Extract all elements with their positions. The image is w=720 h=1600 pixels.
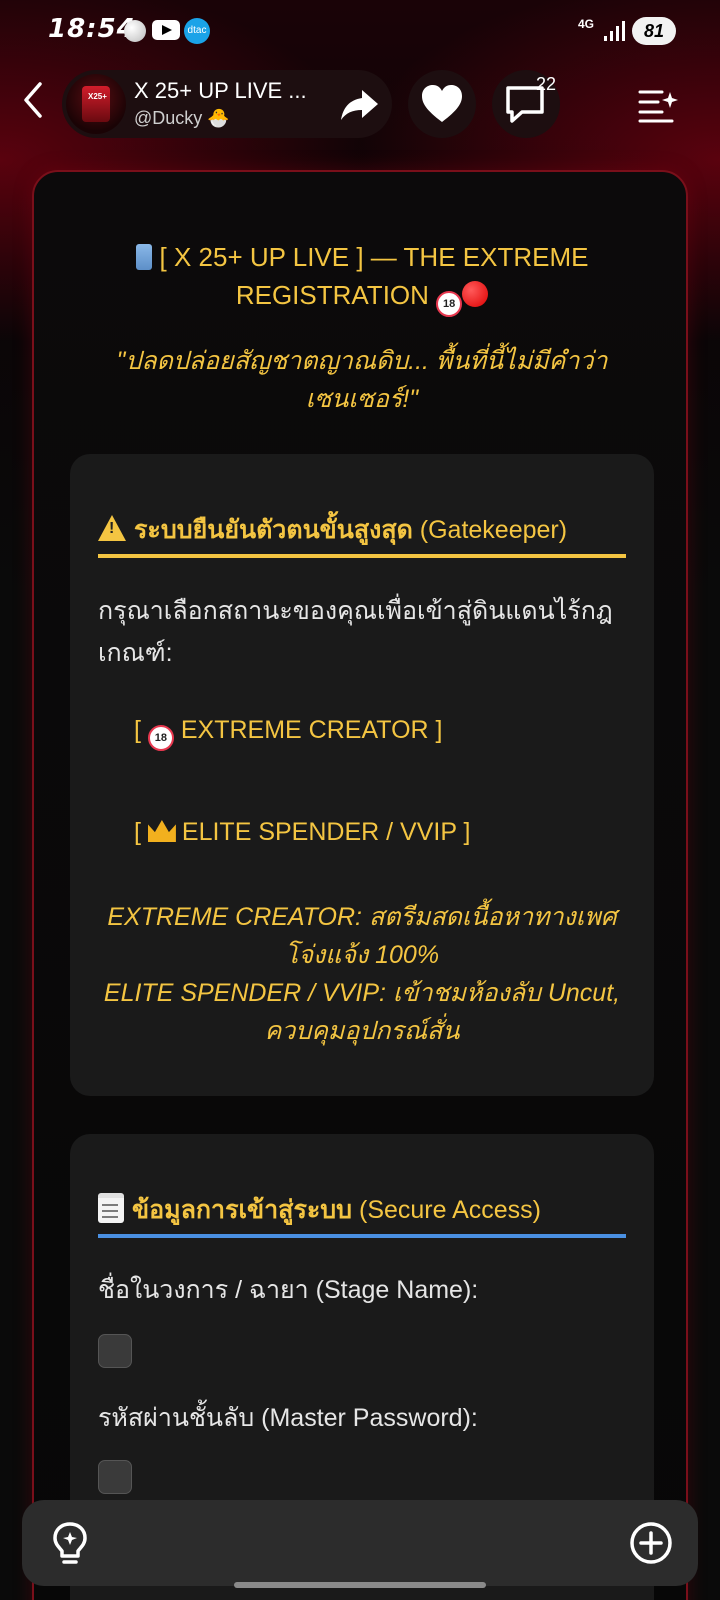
back-icon[interactable]	[12, 78, 56, 122]
gatekeeper-panel: ระบบยืนยันตัวตนขั้นสูงสุด (Gatekeeper) ก…	[70, 454, 654, 1096]
master-password-label: รหัสผ่านชั้นลับ (Master Password):	[98, 1404, 478, 1432]
stage-name-checkbox[interactable]	[98, 1334, 132, 1368]
heart-icon	[422, 85, 462, 122]
carrier-icon: dtac	[184, 18, 210, 44]
youtube-icon	[152, 20, 180, 40]
no-under-18-icon: 18	[436, 291, 463, 317]
heading-underline	[98, 554, 626, 558]
memo-icon	[98, 1193, 124, 1223]
crown-icon	[147, 820, 176, 842]
phone-icon	[135, 244, 152, 270]
signal-icon	[604, 21, 625, 41]
bot-handle: @Ducky 🐣	[134, 108, 230, 128]
status-time: 18:54	[48, 14, 136, 44]
gatekeeper-description: EXTREME CREATOR: สตรีมสดเนื้อหาทางเพศโจ่…	[103, 903, 621, 1045]
gatekeeper-intro: กรุณาเลือกสถานะของคุณเพื่อเข้าสู่ดินแดนไ…	[98, 597, 613, 667]
notification-dot-icon	[124, 20, 146, 42]
chat-header: X25+ X 25+ UP LIVE ... @Ducky 🐣 22	[0, 64, 720, 148]
elite-spender-option[interactable]: [ ELITE SPENDER / VVIP ]	[134, 812, 470, 852]
registration-quote: "ปลดปล่อยสัญชาตญาณดิบ... พื้นที่นี้ไม่มี…	[116, 347, 608, 413]
home-indicator[interactable]	[234, 1582, 486, 1588]
stage-name-label: ชื่อในวงการ / ฉายา (Stage Name):	[98, 1276, 479, 1304]
network-type: 4G	[578, 17, 595, 31]
bot-avatar[interactable]: X25+	[66, 74, 126, 134]
registration-title: [ X 25+ UP LIVE ] — THE EXTREME REGISTRA…	[74, 238, 650, 317]
playlist-menu-icon[interactable]	[636, 84, 680, 124]
battery-indicator: 81	[632, 17, 676, 45]
like-button[interactable]	[408, 70, 476, 138]
extreme-creator-option[interactable]: [ 18 EXTREME CREATOR ]	[134, 710, 442, 751]
registration-card: [ X 25+ UP LIVE ] — THE EXTREME REGISTRA…	[32, 170, 688, 1600]
no-under-18-icon: 18	[147, 725, 174, 751]
lightbulb-icon[interactable]	[46, 1518, 94, 1568]
status-bar: 18:54 dtac 4G 81	[0, 0, 720, 64]
red-circle-icon	[462, 281, 489, 307]
heading-underline	[98, 1234, 626, 1238]
message-input-bar[interactable]	[22, 1500, 698, 1586]
comment-count: 22	[536, 74, 557, 94]
warning-icon	[98, 515, 126, 541]
master-password-checkbox[interactable]	[98, 1460, 132, 1494]
plus-circle-icon[interactable]	[628, 1520, 674, 1566]
share-icon[interactable]	[336, 82, 384, 126]
bot-title: X 25+ UP LIVE ...	[134, 78, 307, 103]
